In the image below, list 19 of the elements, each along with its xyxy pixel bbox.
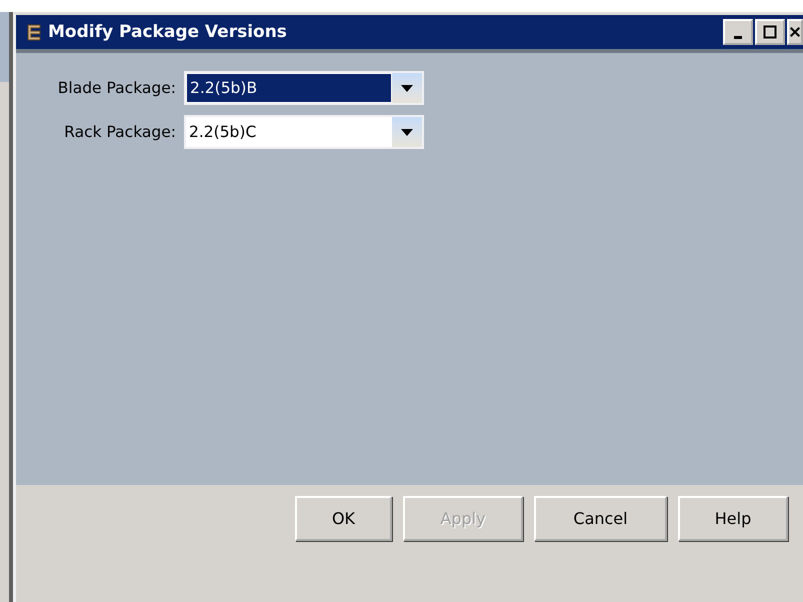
field-label: Blade Package: xyxy=(56,79,176,97)
minimize-button[interactable] xyxy=(723,19,753,45)
window-title: Modify Package Versions xyxy=(48,22,288,42)
dialog-button[interactable]: Help xyxy=(678,496,788,541)
dialog-button[interactable]: OK xyxy=(295,496,392,541)
minimize-icon xyxy=(734,36,742,38)
close-button[interactable] xyxy=(787,19,803,45)
field-label: Rack Package: xyxy=(63,123,176,141)
caret-icon xyxy=(401,128,413,136)
dropdown-value: 2.2(5b)B xyxy=(187,74,391,102)
close-icon xyxy=(789,25,801,39)
background-window xyxy=(0,12,9,82)
dialog-button[interactable]: Cancel xyxy=(534,496,667,541)
dropdown-value: 2.2(5b)C xyxy=(188,122,258,143)
caret-icon xyxy=(401,84,413,92)
maximize-button[interactable] xyxy=(755,19,785,45)
package-dropdown[interactable]: 2.2(5b)C xyxy=(184,115,424,149)
package-dropdown[interactable]: 2.2(5b)B xyxy=(184,71,424,105)
maximize-icon xyxy=(763,25,777,39)
